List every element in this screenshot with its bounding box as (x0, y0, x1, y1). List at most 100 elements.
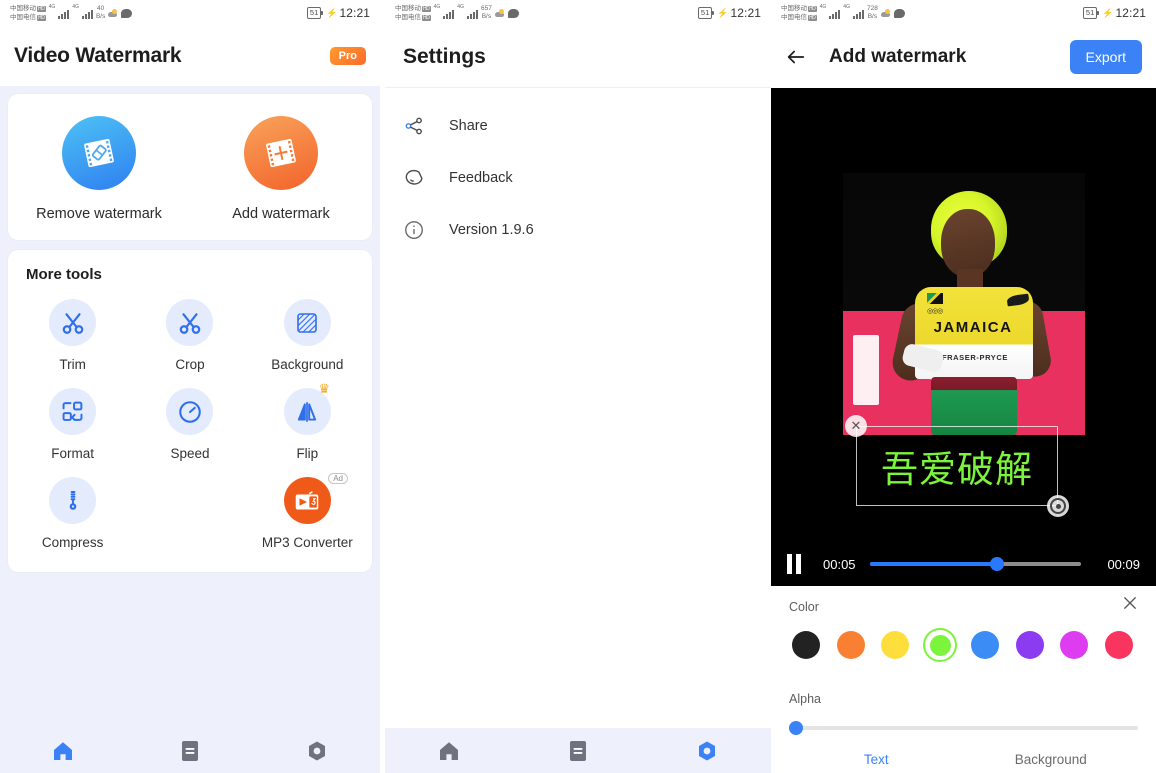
color-swatch-black[interactable] (789, 628, 823, 662)
pro-badge[interactable]: Pro (329, 47, 366, 65)
color-swatch-green[interactable] (923, 628, 958, 662)
settings-item-label: Version 1.9.6 (449, 222, 534, 238)
tool-trim[interactable]: Trim (14, 289, 131, 378)
main-actions-card: Remove watermark Add watermark (8, 94, 372, 240)
status-bar-2: 中国移动 HD 中国电信 HD 4G 4G 657 B/s 51 ⚡ 12:21 (385, 0, 771, 26)
export-button[interactable]: Export (1069, 40, 1142, 74)
battery-indicator: 51 (1082, 7, 1100, 19)
tool-label: Crop (175, 357, 205, 372)
network-type-1: 4G (819, 4, 827, 10)
signal-bars-icon-2 (852, 8, 864, 19)
alpha-label: Alpha (789, 692, 821, 706)
nav-home-2[interactable] (385, 739, 514, 763)
charging-bolt-icon: ⚡ (1102, 7, 1114, 18)
tool-mp3-converter[interactable]: Ad MP3 Converter (249, 467, 366, 556)
battery-indicator: 51 (306, 7, 324, 19)
tool-background[interactable]: Background (249, 289, 366, 378)
page-title: Video Watermark (14, 44, 182, 67)
scissors-icon (166, 299, 214, 346)
alpha-slider-knob[interactable] (789, 721, 803, 735)
carrier-1-label: 中国移动 (781, 5, 807, 12)
status-bar-left: 中国移动 HD 中国电信 HD 4G 4G 40 B/s (10, 4, 133, 22)
alpha-slider[interactable] (789, 721, 1138, 735)
color-swatch-fill (927, 632, 953, 658)
hd-badge-2: HD (37, 14, 46, 21)
chat-icon (893, 8, 905, 18)
video-progress-slider[interactable] (869, 557, 1082, 571)
tool-compress[interactable]: Compress (14, 467, 131, 556)
gear-icon (308, 741, 325, 760)
panel-home: 中国移动 HD 中国电信 HD 4G 4G 40 B/s 51 ⚡ 12:21 Vi (0, 0, 380, 773)
nav-settings-1[interactable] (253, 739, 380, 763)
crown-icon: ♛ (318, 381, 330, 396)
rotate-handle-icon[interactable] (1047, 495, 1069, 517)
tab-text[interactable]: Text (789, 752, 964, 767)
carrier-info: 中国移动 HD 中国电信 HD (781, 4, 817, 22)
add-watermark-button[interactable]: Add watermark (190, 116, 372, 222)
signal-bars-icon-1 (443, 8, 455, 19)
remove-watermark-button[interactable]: Remove watermark (8, 116, 190, 222)
video-preview[interactable]: ◎◎◎ JAMAICA FRASER-PRYCE ✕ 吾爱破解 00:05 00… (771, 88, 1156, 586)
signal-bars-icon-2 (466, 8, 478, 19)
network-type-1: 4G (433, 4, 441, 10)
color-swatch-blue[interactable] (968, 628, 1002, 662)
chat-icon (507, 8, 519, 18)
tool-label: Trim (59, 357, 86, 372)
settings-item-share[interactable]: Share (385, 100, 771, 152)
pause-button[interactable] (787, 554, 803, 574)
total-time-label: 00:09 (1107, 556, 1140, 572)
watermark-overlay[interactable]: ✕ 吾爱破解 (845, 415, 1069, 517)
tool-flip[interactable]: ♛ Flip (249, 378, 366, 467)
compress-icon (49, 477, 97, 524)
settings-item-feedback[interactable]: Feedback (385, 152, 771, 204)
olympic-rings-icon: ◎◎◎ (927, 308, 943, 315)
charging-bolt-icon: ⚡ (717, 7, 729, 18)
feedback-icon (403, 167, 435, 189)
video-controls: 00:05 00:09 (771, 542, 1156, 586)
nav-settings-2[interactable] (642, 739, 771, 763)
color-swatch-pink[interactable] (1102, 628, 1136, 662)
close-icon[interactable] (1121, 594, 1141, 614)
tool-label: MP3 Converter (261, 535, 353, 550)
weather-icon (494, 8, 505, 18)
back-arrow-icon[interactable] (785, 46, 807, 68)
color-swatch-yellow[interactable] (878, 628, 912, 662)
mp3-converter-icon (283, 477, 331, 524)
tab-background[interactable]: Background (964, 752, 1139, 767)
nav-home-1[interactable] (0, 739, 127, 763)
color-swatch-list (789, 628, 1138, 662)
video-frame: ◎◎◎ JAMAICA FRASER-PRYCE (843, 173, 1085, 435)
carrier-1-label: 中国移动 (10, 5, 36, 12)
status-bar-left: 中国移动 HD 中国电信 HD 4G 4G 657 B/s (395, 4, 519, 22)
settings-header: Settings (385, 26, 771, 88)
hd-badge-1: HD (808, 5, 817, 12)
weather-icon (108, 8, 118, 18)
speedometer-icon (166, 388, 214, 435)
color-swatch-orange[interactable] (834, 628, 868, 662)
add-watermark-icon (244, 116, 318, 190)
home-icon (54, 741, 73, 760)
charging-bolt-icon: ⚡ (326, 7, 338, 18)
video-progress-knob[interactable] (989, 557, 1004, 571)
format-shapes-icon (49, 388, 97, 435)
network-speed: 728 B/s (866, 5, 878, 20)
tools-grid: Trim Crop Background Format Speed ♛ Flip… (8, 287, 372, 572)
tool-speed[interactable]: Speed ♛ (131, 378, 248, 467)
settings-item-version[interactable]: Version 1.9.6 (385, 204, 771, 256)
color-swatch-purple[interactable] (1013, 628, 1047, 662)
tool-crop[interactable]: Crop (131, 289, 248, 378)
carrier-2-label: 中国电信 (395, 14, 421, 21)
nav-files-2[interactable] (514, 739, 643, 763)
network-type-2: 4G (72, 4, 79, 10)
video-progress-fill (869, 562, 997, 566)
color-swatch-magenta[interactable] (1057, 628, 1091, 662)
app-header: Video Watermark Pro (0, 26, 380, 86)
bottom-nav-2 (385, 728, 771, 773)
weather-icon (880, 8, 891, 18)
tool-label: Speed (170, 446, 210, 461)
clock: 12:21 (339, 6, 370, 20)
network-type-2: 4G (457, 4, 464, 10)
nav-files-1[interactable] (127, 739, 254, 763)
tool-format[interactable]: Format (14, 378, 131, 467)
close-icon[interactable]: ✕ (845, 415, 867, 437)
